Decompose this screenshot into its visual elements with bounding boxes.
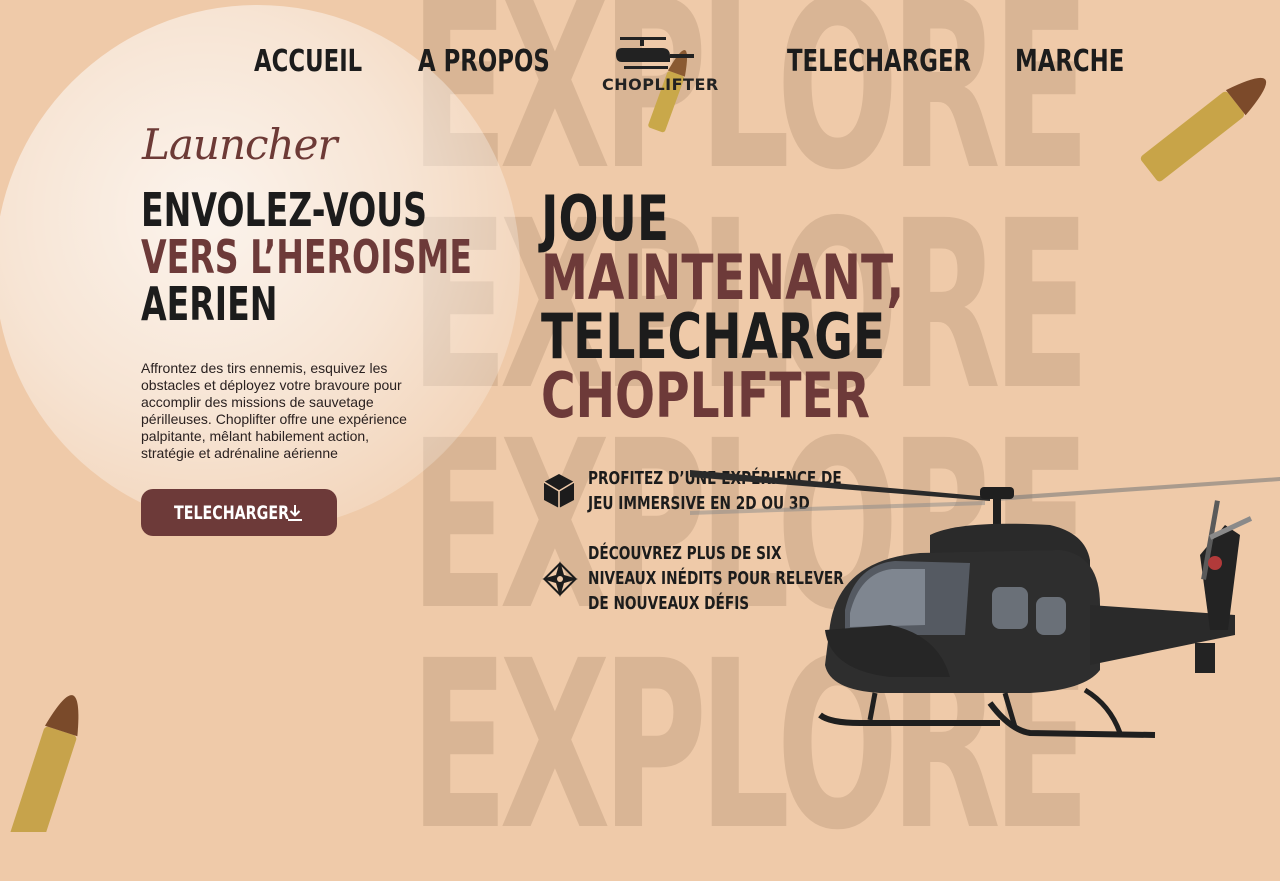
logo-text: CHOPLIFTER [602, 75, 719, 94]
bullet-icon [1140, 77, 1266, 182]
hero-description: Affrontez des tirs ennemis, esquivez les… [141, 360, 407, 461]
bullet-icon [5, 695, 79, 832]
nav-a-propos[interactable]: A PROPOS [418, 44, 550, 79]
script-title: Launcher [142, 120, 338, 169]
nav-telecharger[interactable]: TELECHARGER [787, 44, 971, 79]
play-headline-line-4: CHOPLIFTER [541, 359, 870, 432]
headline-line-1: ENVOLEZ-VOUS [141, 183, 428, 237]
nav-accueil[interactable]: ACCUEIL [254, 44, 362, 79]
download-button[interactable]: TELECHARGER [141, 489, 337, 536]
helicopter-image [690, 470, 1280, 738]
compass-star-icon [542, 561, 578, 597]
headline-line-3: AERIEN [141, 277, 278, 331]
cube-icon [543, 474, 575, 508]
download-icon [288, 505, 302, 521]
download-button-label: TELECHARGER [174, 502, 290, 524]
nav-marche[interactable]: MARCHE [1015, 44, 1124, 79]
headline-line-2: VERS L’HEROISME [141, 230, 472, 284]
